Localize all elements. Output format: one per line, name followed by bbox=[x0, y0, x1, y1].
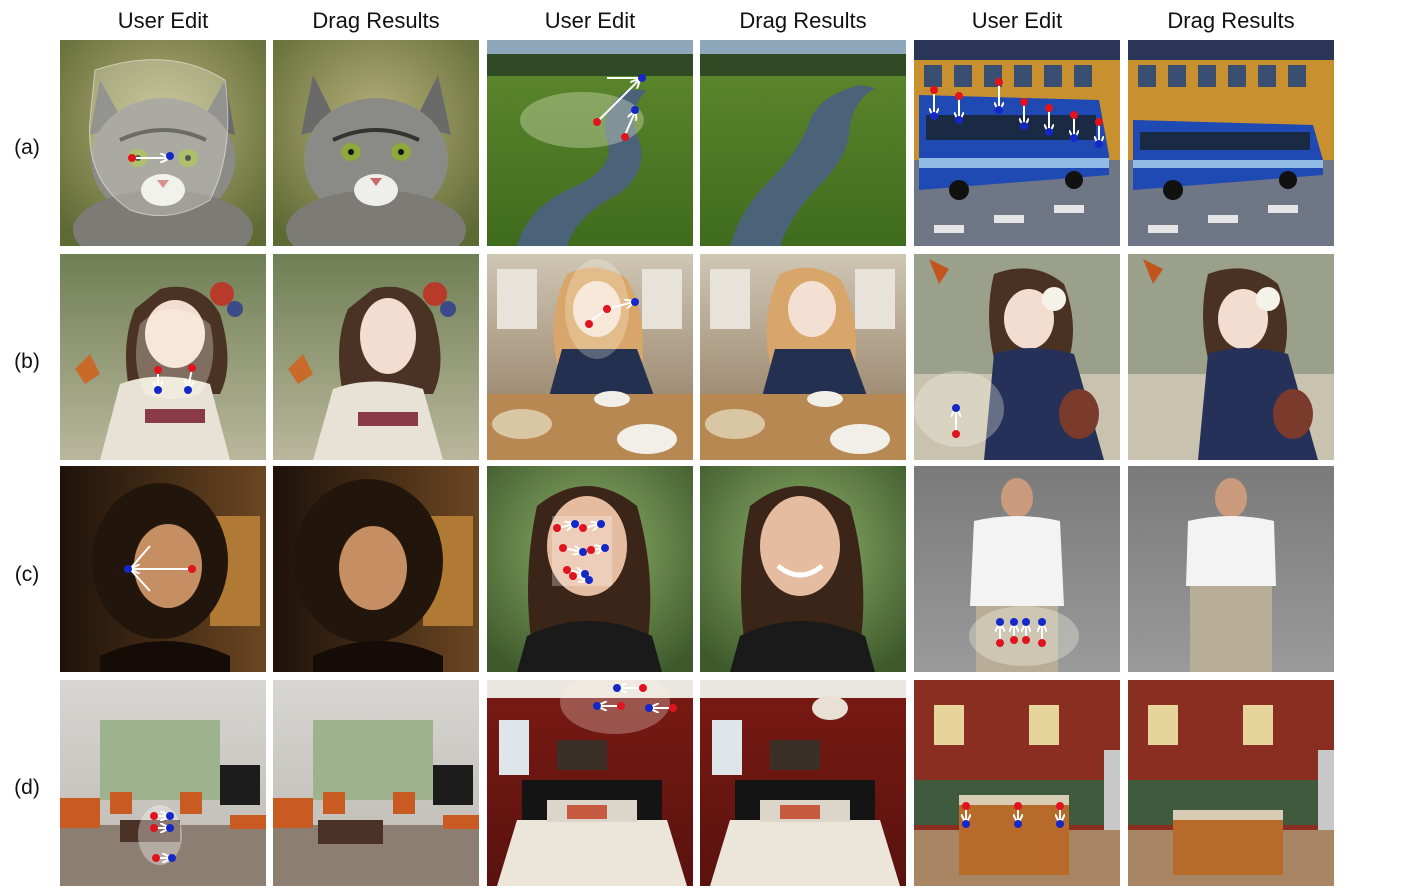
row-label-c: (c) bbox=[14, 563, 40, 586]
image-bedroom-drag-result bbox=[700, 680, 906, 886]
row-label-b: (b) bbox=[14, 350, 40, 373]
image-cat-drag-result bbox=[273, 40, 479, 246]
image-yukata-girl-user-edit bbox=[914, 254, 1120, 460]
column-header-drag-results-3: Drag Results bbox=[1167, 8, 1295, 33]
image-man-tshirt-drag-result bbox=[1128, 466, 1334, 672]
image-smiling-woman-user-edit bbox=[487, 466, 693, 672]
image-kitchen-user-edit bbox=[914, 680, 1120, 886]
image-kimono-girl-drag-result bbox=[273, 254, 479, 460]
image-river-drag-result bbox=[700, 40, 906, 246]
image-bedroom-user-edit bbox=[487, 680, 693, 886]
image-kimono-girl-user-edit bbox=[60, 254, 266, 460]
column-header-user-edit-2: User Edit bbox=[544, 8, 636, 33]
image-living-room-user-edit bbox=[60, 680, 266, 886]
image-yukata-girl-drag-result bbox=[1128, 254, 1334, 460]
column-header-user-edit-1: User Edit bbox=[117, 8, 209, 33]
row-label-a: (a) bbox=[14, 136, 40, 159]
image-cat-user-edit bbox=[60, 40, 266, 246]
image-curly-girl-drag-result bbox=[273, 466, 479, 672]
image-bus-user-edit bbox=[914, 40, 1120, 246]
image-cafe-girl-user-edit bbox=[487, 254, 693, 460]
image-cafe-girl-drag-result bbox=[700, 254, 906, 460]
row-label-d: (d) bbox=[14, 776, 40, 799]
image-curly-girl-user-edit bbox=[60, 466, 266, 672]
image-river-user-edit bbox=[487, 40, 693, 246]
image-kitchen-drag-result bbox=[1128, 680, 1334, 886]
image-bus-drag-result bbox=[1128, 40, 1334, 246]
image-man-tshirt-user-edit bbox=[914, 466, 1120, 672]
column-header-drag-results-2: Drag Results bbox=[739, 8, 867, 33]
column-header-drag-results-1: Drag Results bbox=[312, 8, 440, 33]
column-header-user-edit-3: User Edit bbox=[971, 8, 1063, 33]
image-living-room-drag-result bbox=[273, 680, 479, 886]
image-smiling-woman-drag-result bbox=[700, 466, 906, 672]
